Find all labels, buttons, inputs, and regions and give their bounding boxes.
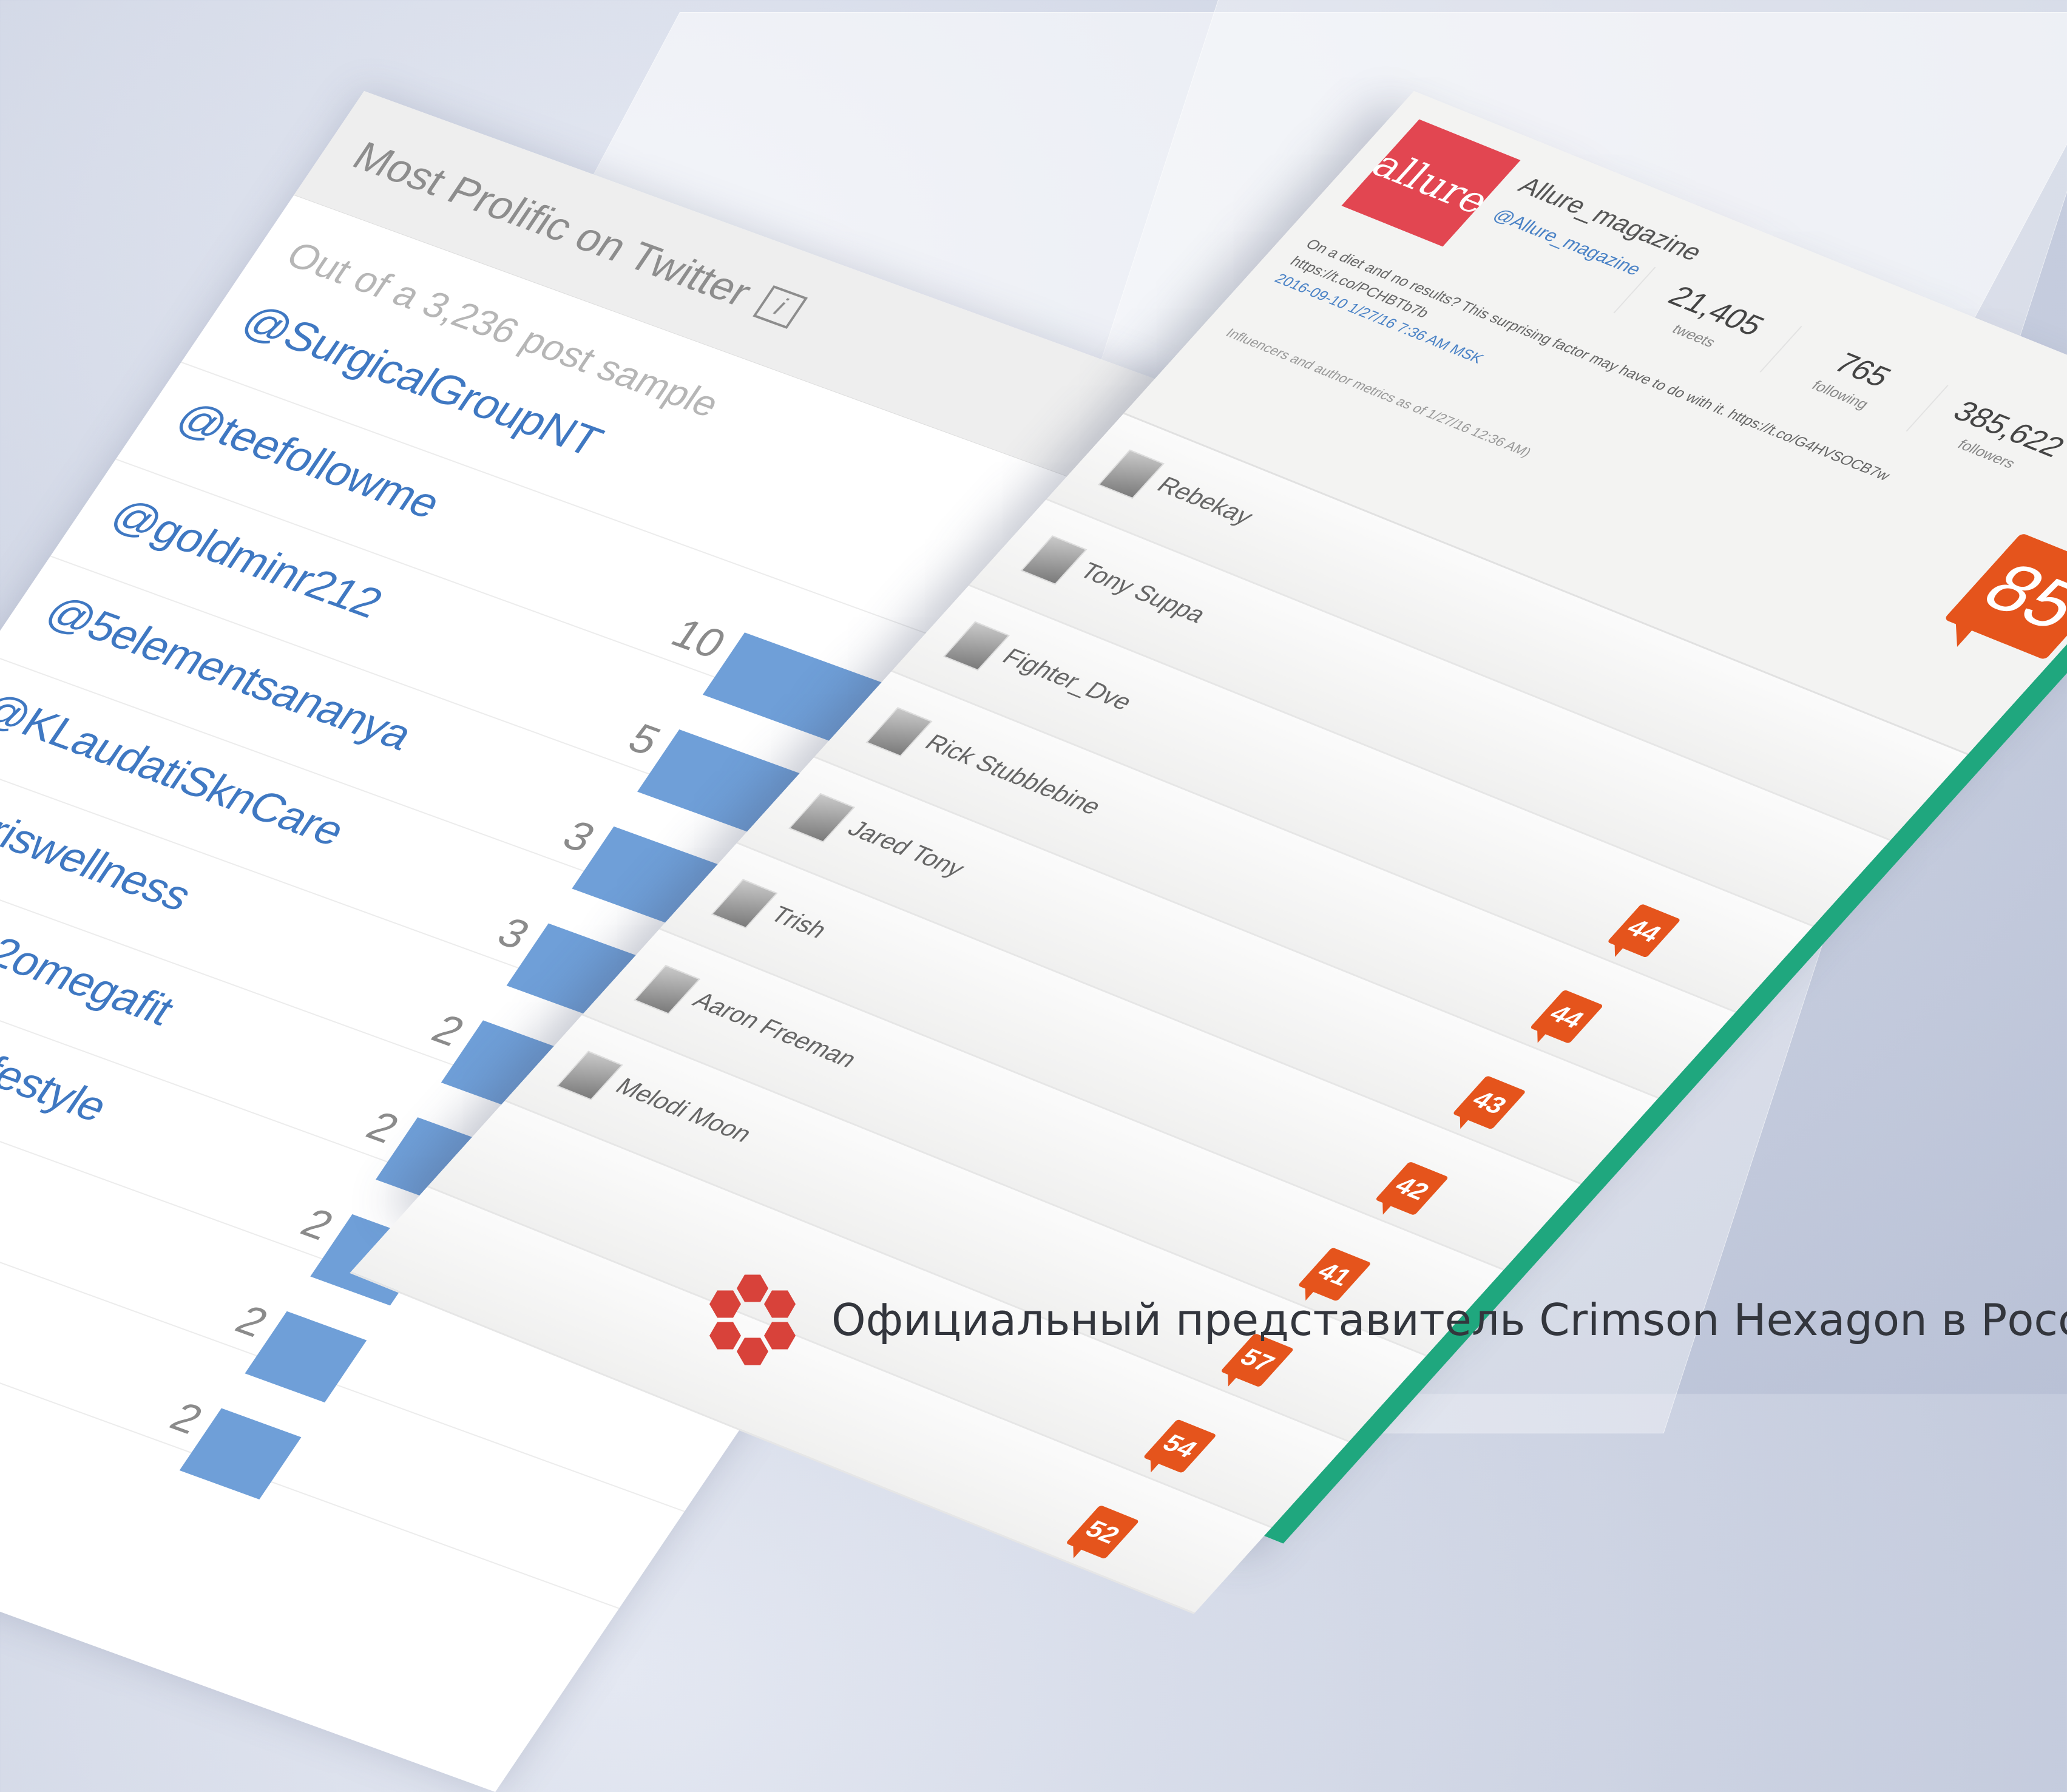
influence-score-badge: 44 <box>1529 989 1604 1044</box>
footer-text: Официальный представитель Crimson Hexago… <box>831 1294 2067 1345</box>
footer-tagline: Официальный представитель Crimson Hexago… <box>704 1271 2067 1368</box>
influence-score-badge: 42 <box>1375 1161 1449 1216</box>
logo-hexagon <box>737 1274 768 1302</box>
logo-hexagon <box>709 1290 741 1318</box>
logo-hexagon <box>737 1337 768 1365</box>
post-count-label: 10 <box>663 610 735 667</box>
post-count-label: 2 <box>227 1297 277 1346</box>
influencer-name[interactable]: Jared Tony <box>842 816 970 882</box>
post-count-label: 2 <box>161 1393 212 1442</box>
logo-hexagon <box>709 1322 741 1350</box>
influence-score-badge: 52 <box>1065 1504 1140 1560</box>
post-count-label: 3 <box>489 909 539 958</box>
tweet-date-link[interactable]: 2016-09-10 1/27/16 7:36 AM MSK <box>1269 269 1915 541</box>
post-count-label: 2 <box>293 1200 342 1249</box>
post-count-label: 2 <box>358 1103 408 1152</box>
logo-hexagon <box>764 1322 796 1350</box>
post-count-label: 3 <box>554 812 604 861</box>
klout-score-badge: 85 <box>1943 532 2067 660</box>
influence-score-badge: 54 <box>1143 1419 1217 1473</box>
info-icon[interactable]: i <box>752 285 808 329</box>
post-count-label: 5 <box>620 715 669 764</box>
influencer-name[interactable]: Rebekay <box>1151 472 1259 530</box>
influencer-name[interactable]: Trish <box>764 902 833 943</box>
influencer-name[interactable]: Melodi Moon <box>609 1074 758 1147</box>
crimson-hexagon-logo-icon <box>709 1274 796 1365</box>
logo-hexagon <box>764 1290 796 1318</box>
influencer-name[interactable]: Tony Suppa <box>1074 558 1212 628</box>
influencer-name[interactable]: Fighter_Dve <box>996 644 1138 715</box>
influencer-name[interactable]: Aaron Freeman <box>687 988 862 1073</box>
influence-score-badge: 43 <box>1452 1075 1526 1130</box>
post-count-label: 2 <box>423 1006 473 1055</box>
influence-score-badge: 44 <box>1607 903 1681 958</box>
